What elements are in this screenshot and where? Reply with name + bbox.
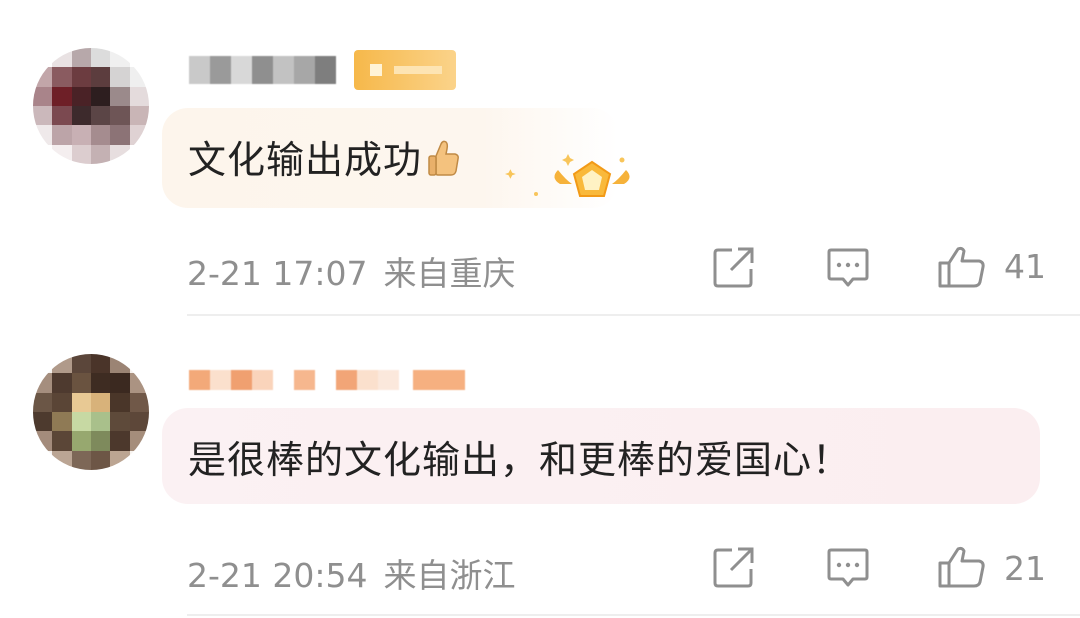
comment-location: 来自重庆 — [383, 254, 516, 293]
author-row — [189, 360, 465, 400]
thumbs-up-emoji-icon — [426, 138, 460, 187]
comment-location: 来自浙江 — [383, 556, 516, 595]
comment-text: 是很棒的文化输出，和更棒的爱国心！ — [188, 437, 852, 482]
comment-meta: 2-21 20:54 来自浙江 — [187, 549, 516, 597]
share-icon[interactable] — [712, 545, 756, 589]
comment-text: 文化输出成功 — [188, 129, 460, 187]
comment-item: 是很棒的文化输出，和更棒的爱国心！ 2-21 20:54 来自浙江 21 — [0, 316, 1080, 618]
comment-time: 2-21 17:07 — [187, 254, 368, 293]
username-redacted[interactable] — [189, 56, 336, 84]
comment-bubble: 是很棒的文化输出，和更棒的爱国心！ — [162, 408, 1040, 504]
comment-item: 文化输出成功 2-21 17:07 来自重庆 41 — [0, 0, 1080, 316]
username-redacted[interactable] — [189, 370, 465, 390]
comment-icon[interactable] — [826, 545, 870, 589]
author-row — [189, 50, 456, 90]
comment-icon[interactable] — [826, 245, 870, 289]
like-count: 41 — [1004, 247, 1046, 286]
like-icon[interactable] — [937, 245, 987, 289]
avatar[interactable] — [33, 48, 149, 164]
divider — [187, 614, 1080, 616]
avatar[interactable] — [33, 354, 149, 470]
share-icon[interactable] — [712, 245, 756, 289]
member-badge — [354, 50, 456, 90]
like-icon[interactable] — [937, 545, 987, 589]
comment-meta: 2-21 17:07 来自重庆 — [187, 247, 516, 295]
comment-time: 2-21 20:54 — [187, 556, 368, 595]
medal-icon — [505, 154, 630, 197]
like-count: 21 — [1004, 549, 1046, 588]
